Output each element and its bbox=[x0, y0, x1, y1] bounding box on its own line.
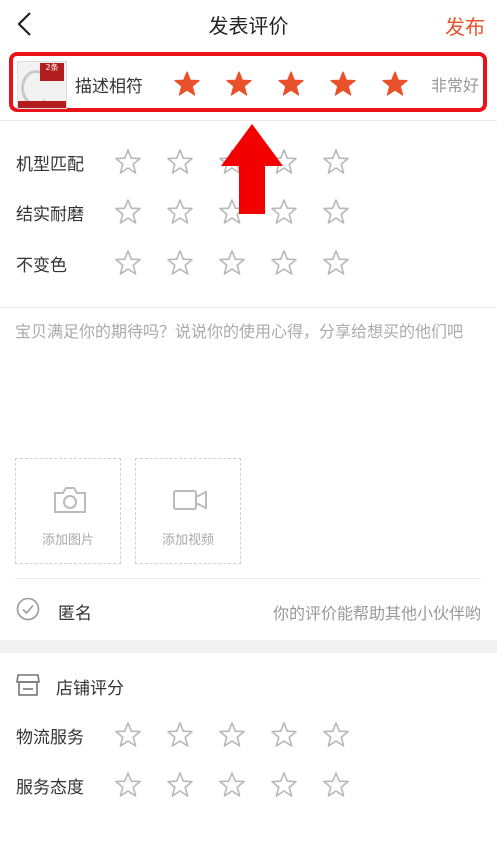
durability-star-2-empty-icon[interactable] bbox=[166, 198, 194, 226]
camera-icon bbox=[54, 487, 86, 513]
service-star-2-empty-icon[interactable] bbox=[166, 771, 194, 799]
video-camera-icon bbox=[173, 490, 207, 510]
model-fit-star-1-empty-icon[interactable] bbox=[114, 148, 142, 176]
model-fit-star-5-empty-icon[interactable] bbox=[322, 148, 350, 176]
red-up-arrow-annotation bbox=[221, 124, 283, 214]
page-title: 发表评价 bbox=[208, 14, 289, 38]
product-thumbnail: 2条 bbox=[17, 61, 67, 109]
service-stars bbox=[114, 771, 350, 799]
anonymous-hint: 你的评价能帮助其他小伙伴哟 bbox=[272, 604, 481, 623]
colorfast-stars bbox=[114, 249, 350, 277]
rating-label-durability: 结实耐磨 bbox=[16, 205, 84, 225]
description-rating-row: 2条 描述相符 非常好 bbox=[9, 52, 487, 112]
service-star-1-empty-icon[interactable] bbox=[114, 771, 142, 799]
colorfast-star-3-empty-icon[interactable] bbox=[218, 249, 246, 277]
durability-star-5-empty-icon[interactable] bbox=[322, 198, 350, 226]
anonymous-label[interactable]: 匿名 bbox=[58, 599, 92, 624]
description-star-2-filled-icon[interactable] bbox=[225, 70, 253, 98]
publish-button[interactable]: 发布 bbox=[445, 11, 485, 40]
rating-label-colorfast: 不变色 bbox=[16, 256, 67, 276]
description-star-4-filled-icon[interactable] bbox=[329, 70, 357, 98]
description-star-5-filled-icon[interactable] bbox=[381, 70, 409, 98]
colorfast-star-1-empty-icon[interactable] bbox=[114, 249, 142, 277]
logistics-star-1-empty-icon[interactable] bbox=[114, 721, 142, 749]
thumbnail-badge: 2条 bbox=[40, 63, 64, 81]
store-icon bbox=[16, 674, 40, 696]
store-rating-title: 店铺评分 bbox=[56, 679, 124, 699]
model-fit-star-2-empty-icon[interactable] bbox=[166, 148, 194, 176]
logistics-star-3-empty-icon[interactable] bbox=[218, 721, 246, 749]
add-photo-button[interactable]: 添加图片 bbox=[15, 458, 121, 564]
colorfast-star-4-empty-icon[interactable] bbox=[270, 249, 298, 277]
description-rating-text: 非常好 bbox=[430, 76, 479, 95]
service-star-4-empty-icon[interactable] bbox=[270, 771, 298, 799]
logistics-star-4-empty-icon[interactable] bbox=[270, 721, 298, 749]
rating-label-service: 服务态度 bbox=[16, 778, 84, 798]
rating-label-model-fit: 机型匹配 bbox=[16, 155, 84, 175]
logistics-star-5-empty-icon[interactable] bbox=[322, 721, 350, 749]
logistics-star-2-empty-icon[interactable] bbox=[166, 721, 194, 749]
top-bar: 发表评价 发布 bbox=[0, 0, 497, 48]
durability-star-1-empty-icon[interactable] bbox=[114, 198, 142, 226]
colorfast-star-5-empty-icon[interactable] bbox=[322, 249, 350, 277]
service-star-5-empty-icon[interactable] bbox=[322, 771, 350, 799]
description-stars bbox=[173, 70, 409, 98]
description-star-1-filled-icon[interactable] bbox=[173, 70, 201, 98]
description-star-3-filled-icon[interactable] bbox=[277, 70, 305, 98]
anonymous-check-icon[interactable] bbox=[16, 597, 40, 621]
colorfast-star-2-empty-icon[interactable] bbox=[166, 249, 194, 277]
add-photo-label: 添加图片 bbox=[41, 533, 94, 548]
service-star-3-empty-icon[interactable] bbox=[218, 771, 246, 799]
add-video-label: 添加视频 bbox=[161, 533, 214, 548]
description-rating-label: 描述相符 bbox=[75, 77, 143, 97]
rating-label-logistics: 物流服务 bbox=[16, 728, 84, 748]
logistics-stars bbox=[114, 721, 350, 749]
add-video-button[interactable]: 添加视频 bbox=[135, 458, 241, 564]
review-textarea[interactable]: 宝贝满足你的期待吗？说说你的使用心得，分享给想买的他们吧 bbox=[15, 318, 480, 346]
